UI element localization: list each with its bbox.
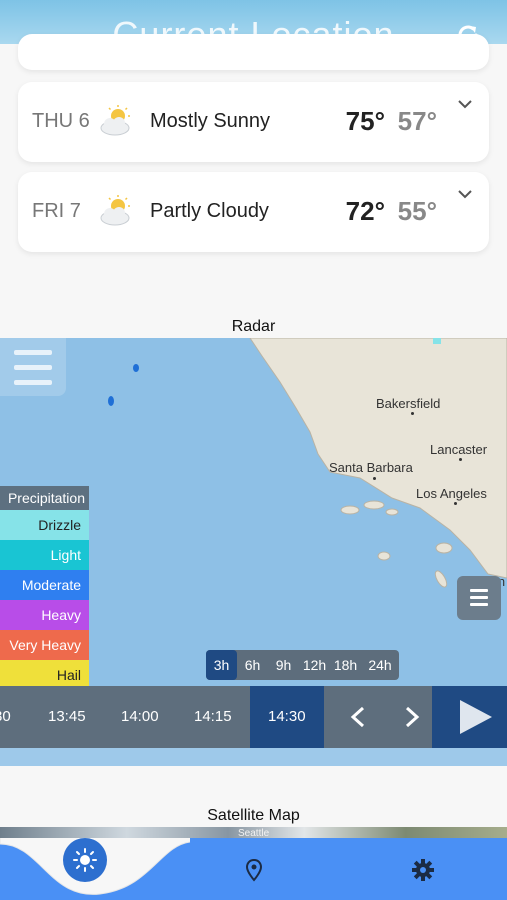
precipitation-legend: Precipitation Drizzle Light Moderate Hea… [0,486,89,690]
time-range-selector: 3h 6h 9h 12h 18h 24h [206,650,399,680]
radar-menu-button[interactable] [0,338,66,396]
city-marker [373,477,376,480]
forecast-condition: Mostly Sunny [150,110,271,132]
forecast-row[interactable]: FRI 7 Partly Cloudy 72° 55° [18,172,489,252]
range-option-3h[interactable]: 3h [206,650,237,680]
legend-item: Moderate [0,570,89,600]
chevron-right-icon[interactable] [402,706,422,728]
forecast-high: 72° [345,196,385,226]
sun-behind-cloud-icon [100,105,130,136]
legend-item: Very Heavy [0,630,89,660]
forecast-card-partial[interactable] [18,34,489,70]
forecast-condition: Partly Cloudy [150,200,269,222]
range-option-18h[interactable]: 18h [330,650,361,680]
timeline-nav [324,686,432,748]
forecast-low: 57° [397,106,437,136]
weather-tab[interactable] [63,838,107,882]
legend-item: Light [0,540,89,570]
city-marker [454,502,457,505]
city-label: Los Angeles [416,486,487,501]
range-option-12h[interactable]: 12h [299,650,330,680]
city-label: Lancaster [430,442,488,457]
forecast-day: FRI 7 [32,200,81,222]
range-option-24h[interactable]: 24h [361,650,399,680]
forecast-low: 55° [397,196,437,226]
city-marker [411,412,414,415]
play-button[interactable] [432,686,507,748]
satellite-section-label: Satellite Map [207,807,300,824]
legend-item: Drizzle [0,510,89,540]
sun-icon [73,848,97,872]
city-marker [459,458,462,461]
radar-section-label: Radar [231,318,276,335]
timeline-time[interactable]: 13:45 [48,686,86,748]
location-pin-icon[interactable] [244,858,264,882]
timeline-time[interactable]: 14:00 [121,686,159,748]
chevron-left-icon[interactable] [348,706,368,728]
layers-menu-button[interactable] [457,576,501,620]
timeline-time[interactable]: 14:15 [194,686,232,748]
forecast-day: THU 6 [32,110,90,132]
timeline-time-active[interactable]: 14:30 [268,686,306,748]
city-label: Bakersfield [376,396,441,411]
radar-map[interactable]: Bakersfield Lancaster Santa Barbara Los … [0,338,507,766]
chevron-down-icon[interactable] [457,96,473,112]
forecast-row[interactable]: THU 6 Mostly Sunny 75° 57° [18,82,489,162]
range-option-9h[interactable]: 9h [268,650,299,680]
sun-behind-cloud-icon [100,195,130,226]
legend-title: Precipitation [0,486,89,510]
chevron-down-icon[interactable] [457,186,473,202]
radar-footer [0,748,507,766]
play-icon [460,700,492,734]
radar-timeline[interactable]: 30 13:45 14:00 14:15 14:30 [0,686,507,748]
legend-item: Heavy [0,600,89,630]
gear-icon[interactable] [411,858,435,882]
city-label: Santa Barbara [329,460,413,475]
range-option-6h[interactable]: 6h [237,650,268,680]
forecast-high: 75° [345,106,385,136]
timeline-time[interactable]: 30 [0,686,11,748]
